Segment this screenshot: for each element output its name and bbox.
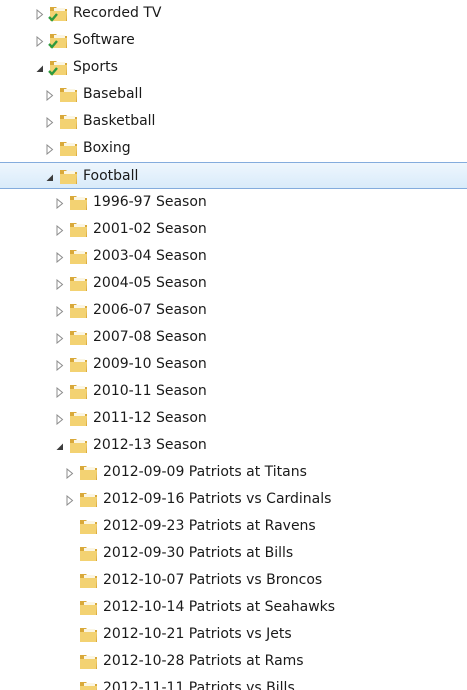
collapsed-arrow-icon[interactable] <box>45 116 55 129</box>
folder-icon <box>78 570 100 590</box>
folder-tree: Recorded TV Software Sports Baseball Basketb… <box>0 0 467 690</box>
tree-item-label: Recorded TV <box>73 5 162 21</box>
tree-item-label: 2012-10-14 Patriots at Seahawks <box>103 599 336 615</box>
folder-icon <box>68 246 90 266</box>
library-folder-icon <box>48 30 70 50</box>
tree-item[interactable]: Football <box>0 162 467 189</box>
folder-icon <box>58 111 80 131</box>
collapsed-arrow-icon[interactable] <box>55 224 65 237</box>
folder-icon <box>58 138 80 158</box>
tree-item-label: 2006-07 Season <box>93 302 207 318</box>
folder-icon <box>68 219 90 239</box>
folder-icon <box>68 327 90 347</box>
library-folder-icon <box>48 3 70 23</box>
tree-item[interactable]: Recorded TV <box>0 0 467 27</box>
collapsed-arrow-icon[interactable] <box>65 467 75 480</box>
tree-item[interactable]: Basketball <box>0 108 467 135</box>
folder-icon <box>58 166 80 186</box>
tree-item[interactable]: 2009-10 Season <box>0 351 467 378</box>
collapsed-arrow-icon[interactable] <box>55 332 65 345</box>
tree-item[interactable]: Software <box>0 27 467 54</box>
tree-item[interactable]: Sports <box>0 54 467 81</box>
tree-item-label: Football <box>83 168 139 184</box>
tree-item-label: 2004-05 Season <box>93 275 207 291</box>
folder-icon <box>78 489 100 509</box>
library-folder-icon <box>48 57 70 77</box>
folder-icon <box>78 462 100 482</box>
folder-icon <box>68 273 90 293</box>
tree-item-label: 2007-08 Season <box>93 329 207 345</box>
collapsed-arrow-icon[interactable] <box>55 413 65 426</box>
tree-item-label: 1996-97 Season <box>93 194 207 210</box>
folder-icon <box>78 516 100 536</box>
tree-item-label: 2001-02 Season <box>93 221 207 237</box>
folder-icon <box>58 84 80 104</box>
collapsed-arrow-icon[interactable] <box>35 35 45 48</box>
collapsed-arrow-icon[interactable] <box>55 386 65 399</box>
tree-item-label: 2009-10 Season <box>93 356 207 372</box>
tree-item[interactable]: 2011-12 Season <box>0 405 467 432</box>
tree-item[interactable]: 2003-04 Season <box>0 243 467 270</box>
tree-item-label: 2010-11 Season <box>93 383 207 399</box>
tree-item[interactable]: 2007-08 Season <box>0 324 467 351</box>
tree-item-label: 2012-10-21 Patriots vs Jets <box>103 626 292 642</box>
collapsed-arrow-icon[interactable] <box>55 305 65 318</box>
tree-item[interactable]: 2010-11 Season <box>0 378 467 405</box>
tree-item[interactable]: 2012-09-23 Patriots at Ravens <box>0 513 467 540</box>
tree-item[interactable]: 1996-97 Season <box>0 189 467 216</box>
tree-item-label: 2012-09-16 Patriots vs Cardinals <box>103 491 332 507</box>
collapsed-arrow-icon[interactable] <box>45 89 55 102</box>
tree-item[interactable]: 2004-05 Season <box>0 270 467 297</box>
tree-item[interactable]: 2012-09-30 Patriots at Bills <box>0 540 467 567</box>
collapsed-arrow-icon[interactable] <box>55 278 65 291</box>
folder-icon <box>68 192 90 212</box>
tree-item-label: 2012-09-30 Patriots at Bills <box>103 545 294 561</box>
tree-item[interactable]: 2012-11-11 Patriots vs Bills <box>0 675 467 690</box>
folder-icon <box>68 381 90 401</box>
tree-item-label: 2012-10-07 Patriots vs Broncos <box>103 572 323 588</box>
folder-icon <box>78 651 100 671</box>
collapsed-arrow-icon[interactable] <box>65 494 75 507</box>
tree-item-label: Boxing <box>83 140 131 156</box>
tree-item[interactable]: Baseball <box>0 81 467 108</box>
collapsed-arrow-icon[interactable] <box>55 251 65 264</box>
tree-item[interactable]: Boxing <box>0 135 467 162</box>
tree-item[interactable]: 2012-09-09 Patriots at Titans <box>0 459 467 486</box>
tree-item[interactable]: 2006-07 Season <box>0 297 467 324</box>
tree-item-label: 2011-12 Season <box>93 410 207 426</box>
tree-item[interactable]: 2012-13 Season <box>0 432 467 459</box>
expanded-arrow-icon[interactable] <box>45 171 55 182</box>
folder-icon <box>68 435 90 455</box>
tree-item-label: Baseball <box>83 86 143 102</box>
collapsed-arrow-icon[interactable] <box>45 143 55 156</box>
tree-item[interactable]: 2012-10-14 Patriots at Seahawks <box>0 594 467 621</box>
folder-icon <box>68 354 90 374</box>
collapsed-arrow-icon[interactable] <box>55 197 65 210</box>
tree-item[interactable]: 2012-10-07 Patriots vs Broncos <box>0 567 467 594</box>
tree-item-label: Basketball <box>83 113 156 129</box>
tree-item-label: 2012-09-23 Patriots at Ravens <box>103 518 316 534</box>
tree-item-label: 2012-10-28 Patriots at Rams <box>103 653 304 669</box>
expanded-arrow-icon[interactable] <box>55 440 65 451</box>
folder-icon <box>78 678 100 690</box>
collapsed-arrow-icon[interactable] <box>55 359 65 372</box>
tree-item-label: 2003-04 Season <box>93 248 207 264</box>
folder-icon <box>78 597 100 617</box>
tree-item-label: Sports <box>73 59 118 75</box>
folder-icon <box>78 543 100 563</box>
tree-item-label: 2012-11-11 Patriots vs Bills <box>103 680 295 690</box>
tree-item-label: Software <box>73 32 135 48</box>
collapsed-arrow-icon[interactable] <box>35 8 45 21</box>
folder-icon <box>78 624 100 644</box>
tree-item-label: 2012-09-09 Patriots at Titans <box>103 464 307 480</box>
tree-item[interactable]: 2012-10-28 Patriots at Rams <box>0 648 467 675</box>
folder-icon <box>68 300 90 320</box>
tree-item[interactable]: 2001-02 Season <box>0 216 467 243</box>
folder-icon <box>68 408 90 428</box>
tree-item[interactable]: 2012-10-21 Patriots vs Jets <box>0 621 467 648</box>
expanded-arrow-icon[interactable] <box>35 62 45 73</box>
tree-item[interactable]: 2012-09-16 Patriots vs Cardinals <box>0 486 467 513</box>
tree-item-label: 2012-13 Season <box>93 437 207 453</box>
